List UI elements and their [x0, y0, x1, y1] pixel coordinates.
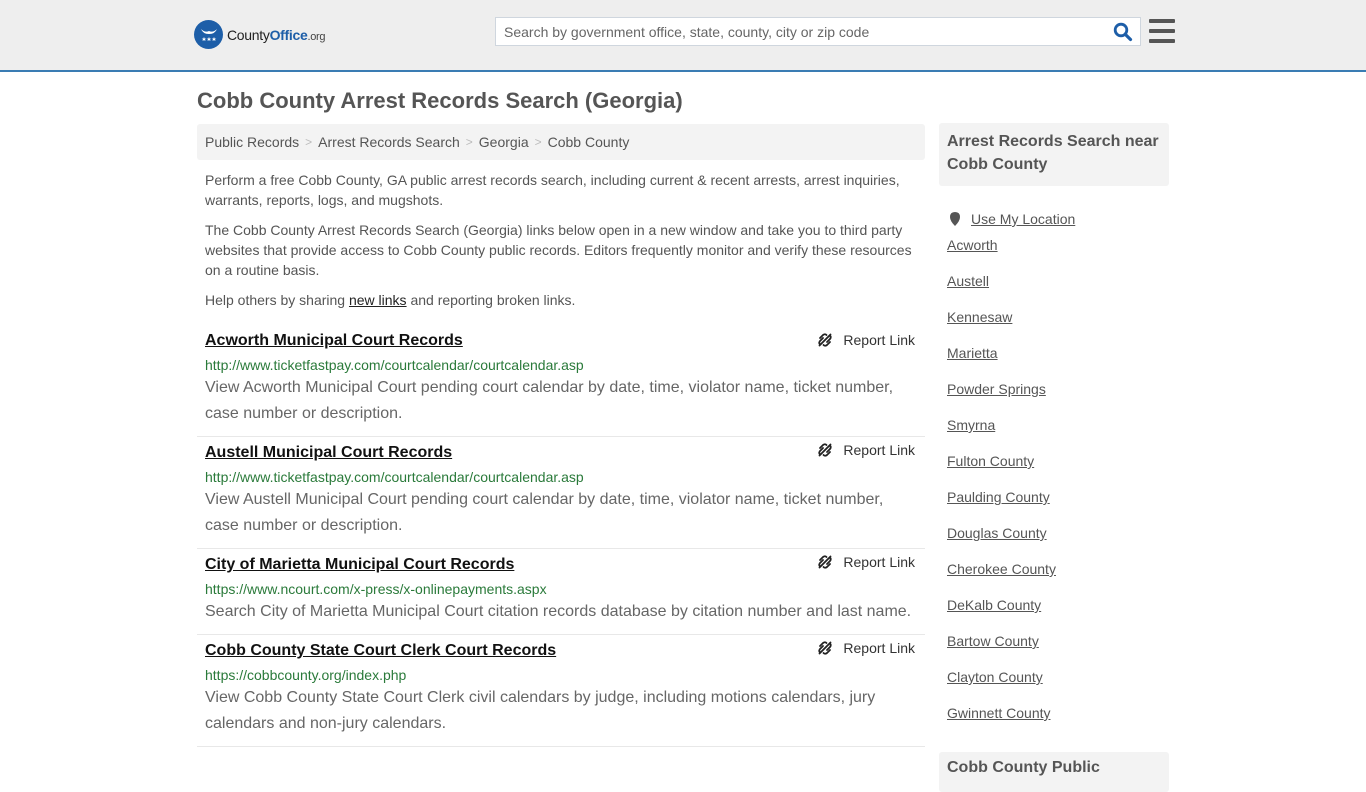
sidebar-link-item: Powder Springs: [947, 381, 1169, 417]
sidebar-link-item: Paulding County: [947, 489, 1169, 525]
sidebar-link-marietta[interactable]: Marietta: [947, 345, 998, 361]
result-title-link[interactable]: Austell Municipal Court Records: [205, 443, 452, 463]
sidebar-link-item: Bartow County: [947, 633, 1169, 669]
sidebar-link-acworth[interactable]: Acworth: [947, 237, 998, 253]
sidebar-link-bartow-county[interactable]: Bartow County: [947, 633, 1039, 649]
eagle-stars-logo-icon: [194, 20, 223, 49]
logo-wordmark: CountyOffice.org: [227, 26, 326, 43]
use-my-location-link[interactable]: Use My Location: [971, 211, 1075, 227]
new-links-link[interactable]: new links: [349, 292, 407, 308]
intro-paragraph: Help others by sharing new links and rep…: [205, 292, 576, 308]
intro-paragraph: Perform a free Cobb County, GA public ar…: [205, 172, 900, 208]
result-description: View Acworth Municipal Court pending cou…: [205, 379, 894, 422]
breadcrumb-public-records[interactable]: Public Records: [205, 134, 299, 150]
result-item: City of Marietta Municipal Court Records…: [197, 549, 925, 635]
site-logo[interactable]: CountyOffice.org: [194, 20, 326, 49]
sidebar-link-item: Acworth: [947, 237, 1169, 273]
site-header: CountyOffice.org: [0, 0, 1366, 72]
sidebar-link-item: Cherokee County: [947, 561, 1169, 597]
nearby-sidebar: Arrest Records Search near Cobb County U…: [939, 123, 1169, 741]
breadcrumb-separator: >: [534, 135, 542, 149]
breadcrumb-arrest-records-search[interactable]: Arrest Records Search: [318, 134, 460, 150]
sidebar-link-item: Clayton County: [947, 669, 1169, 705]
sidebar-link-paulding-county[interactable]: Paulding County: [947, 489, 1050, 505]
search-button[interactable]: [1106, 18, 1140, 45]
result-title-link[interactable]: Cobb County State Court Clerk Court Reco…: [205, 641, 556, 661]
result-url: https://cobbcounty.org/index.php: [205, 667, 407, 683]
menu-bar: [1149, 39, 1175, 43]
report-link-label: Report Link: [843, 442, 915, 458]
map-pin-icon: [950, 212, 960, 226]
result-url: https://www.ncourt.com/x-press/x-onlinep…: [205, 581, 547, 597]
sidebar-link-douglas-county[interactable]: Douglas County: [947, 525, 1047, 541]
sidebar-link-item: Douglas County: [947, 525, 1169, 561]
sidebar-link-gwinnett-county[interactable]: Gwinnett County: [947, 705, 1051, 721]
site-search: [495, 17, 1141, 46]
sidebar-link-item: Marietta: [947, 345, 1169, 381]
sidebar-link-item: Austell: [947, 273, 1169, 309]
menu-bar: [1149, 29, 1175, 33]
report-link-button[interactable]: Report Link: [817, 554, 915, 570]
breadcrumb: Public Records > Arrest Records Search >…: [197, 124, 925, 160]
result-title-link[interactable]: City of Marietta Municipal Court Records: [205, 555, 514, 575]
hamburger-menu-button[interactable]: [1149, 19, 1175, 43]
report-link-label: Report Link: [843, 554, 915, 570]
sidebar-link-item: Smyrna: [947, 417, 1169, 453]
sidebar-link-dekalb-county[interactable]: DeKalb County: [947, 597, 1041, 613]
search-input[interactable]: [496, 18, 1106, 45]
use-my-location-item: Use My Location: [947, 201, 1169, 237]
sidebar-link-cherokee-county[interactable]: Cherokee County: [947, 561, 1056, 577]
sidebar-link-item: DeKalb County: [947, 597, 1169, 633]
sidebar-link-smyrna[interactable]: Smyrna: [947, 417, 995, 433]
search-icon: [1113, 22, 1133, 41]
result-description: View Austell Municipal Court pending cou…: [205, 491, 884, 534]
sidebar-link-powder-springs[interactable]: Powder Springs: [947, 381, 1046, 397]
sidebar-link-austell[interactable]: Austell: [947, 273, 989, 289]
breadcrumb-cobb-county[interactable]: Cobb County: [548, 134, 630, 150]
report-link-button[interactable]: Report Link: [817, 442, 915, 458]
report-link-label: Report Link: [843, 640, 915, 656]
results-list: Acworth Municipal Court Records Report L…: [197, 327, 925, 747]
result-title-link[interactable]: Acworth Municipal Court Records: [205, 331, 463, 351]
broken-link-icon: [818, 333, 833, 347]
report-link-label: Report Link: [843, 332, 915, 348]
breadcrumb-separator: >: [305, 135, 313, 149]
result-url: http://www.ticketfastpay.com/courtcalend…: [205, 469, 584, 485]
result-item: Acworth Municipal Court Records Report L…: [197, 327, 925, 437]
result-description: View Cobb County State Court Clerk civil…: [205, 689, 876, 732]
sidebar-heading-public-records: Cobb County Public: [939, 752, 1169, 792]
sidebar-link-item: Gwinnett County: [947, 705, 1169, 741]
page-title: Cobb County Arrest Records Search (Georg…: [197, 88, 683, 113]
broken-link-icon: [818, 641, 833, 655]
breadcrumb-separator: >: [465, 135, 473, 149]
report-link-button[interactable]: Report Link: [817, 332, 915, 348]
breadcrumb-georgia[interactable]: Georgia: [479, 134, 529, 150]
result-item: Austell Municipal Court Records Report L…: [197, 437, 925, 549]
result-item: Cobb County State Court Clerk Court Reco…: [197, 635, 925, 747]
broken-link-icon: [818, 555, 833, 569]
sidebar-link-clayton-county[interactable]: Clayton County: [947, 669, 1043, 685]
sidebar-heading: Arrest Records Search near Cobb County: [939, 123, 1169, 186]
sidebar-link-kennesaw[interactable]: Kennesaw: [947, 309, 1012, 325]
intro-paragraph: The Cobb County Arrest Records Search (G…: [205, 222, 912, 278]
sidebar-link-item: Kennesaw: [947, 309, 1169, 345]
intro-text: Perform a free Cobb County, GA public ar…: [205, 170, 920, 320]
broken-link-icon: [818, 443, 833, 457]
sidebar-link-item: Fulton County: [947, 453, 1169, 489]
report-link-button[interactable]: Report Link: [817, 640, 915, 656]
nearby-links-list: Use My Location Acworth Austell Kennesaw…: [939, 201, 1169, 741]
sidebar-link-fulton-county[interactable]: Fulton County: [947, 453, 1034, 469]
result-url: http://www.ticketfastpay.com/courtcalend…: [205, 357, 584, 373]
result-description: Search City of Marietta Municipal Court …: [205, 603, 912, 620]
menu-bar: [1149, 19, 1175, 23]
